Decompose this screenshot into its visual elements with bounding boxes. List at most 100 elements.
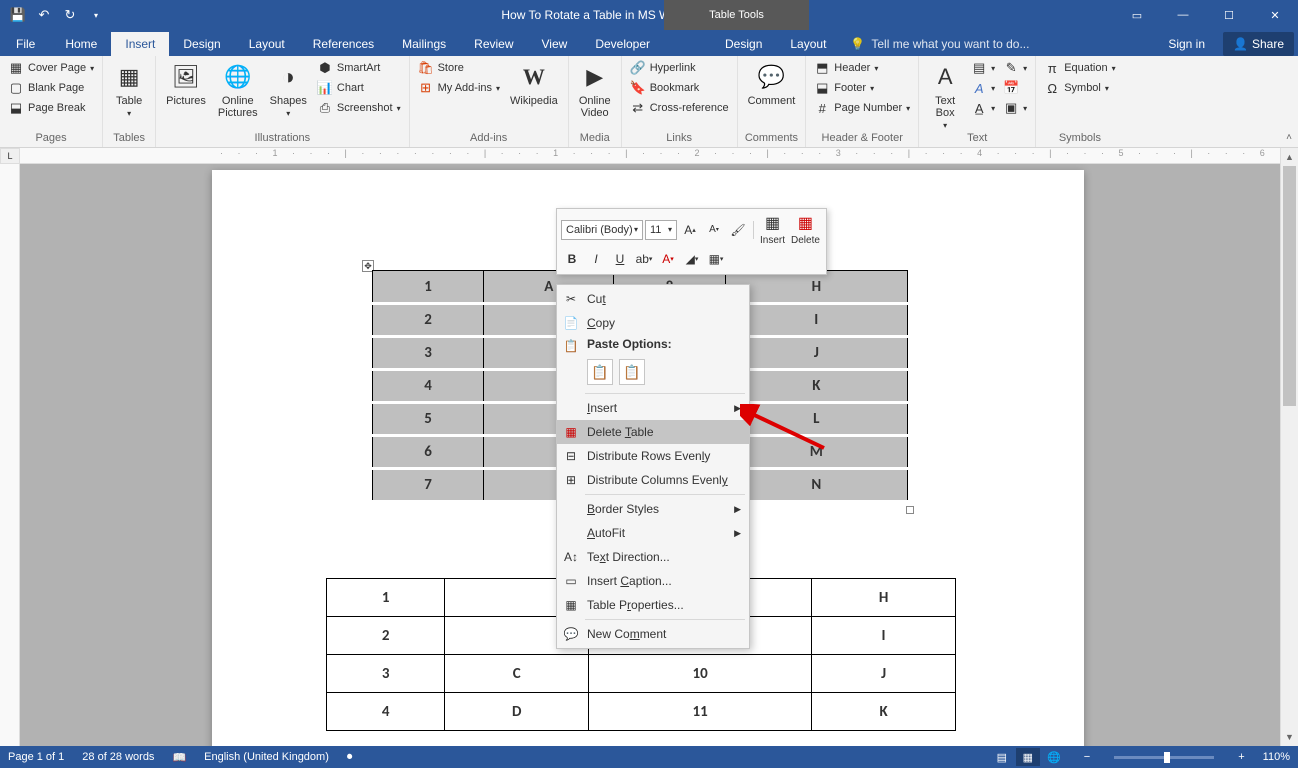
cross-reference-button[interactable]: ⇄Cross-reference xyxy=(628,99,731,117)
blank-page-button[interactable]: ▢Blank Page xyxy=(6,79,96,97)
ctx-new-comment[interactable]: 💬New Comment xyxy=(557,622,749,646)
vertical-scrollbar[interactable]: ▲ ▼ xyxy=(1280,148,1298,746)
comment-button[interactable]: 💬Comment xyxy=(744,59,800,109)
underline-icon[interactable]: U xyxy=(609,248,631,270)
ctx-copy[interactable]: 📄Copy xyxy=(557,311,749,335)
tab-view[interactable]: View xyxy=(528,32,582,56)
screenshot-button[interactable]: ⎙Screenshot▾ xyxy=(315,99,403,117)
font-size-select[interactable]: 11 ▾ xyxy=(645,220,677,240)
ctx-cut[interactable]: ✂Cut xyxy=(557,287,749,311)
equation-button[interactable]: πEquation▾ xyxy=(1042,59,1117,77)
page-number-button[interactable]: #Page Number▾ xyxy=(812,99,912,117)
ctx-distribute-cols[interactable]: ⊞Distribute Columns Evenly xyxy=(557,468,749,492)
redo-icon[interactable]: ↻ xyxy=(60,5,80,25)
quick-parts-button[interactable]: ▤▾ xyxy=(969,59,997,77)
minimize-button[interactable]: — xyxy=(1160,0,1206,30)
save-icon[interactable]: 💾 xyxy=(8,5,28,25)
italic-icon[interactable]: I xyxy=(585,248,607,270)
bookmark-button[interactable]: 🔖Bookmark xyxy=(628,79,731,97)
grow-font-icon[interactable]: A▴ xyxy=(679,219,701,241)
signature-line-button[interactable]: ✎▾ xyxy=(1001,59,1029,77)
page-count[interactable]: Page 1 of 1 xyxy=(8,751,64,763)
wikipedia-button[interactable]: WWikipedia xyxy=(506,59,562,109)
zoom-slider[interactable] xyxy=(1114,756,1214,759)
smartart-button[interactable]: ⬢SmartArt xyxy=(315,59,403,77)
ctx-distribute-rows[interactable]: ⊟Distribute Rows Evenly xyxy=(557,444,749,468)
maximize-button[interactable]: ☐ xyxy=(1206,0,1252,30)
tab-references[interactable]: References xyxy=(299,32,388,56)
scroll-down-icon[interactable]: ▼ xyxy=(1281,728,1298,746)
table-resize-handle[interactable] xyxy=(906,506,914,514)
scroll-up-icon[interactable]: ▲ xyxy=(1281,148,1298,166)
drop-cap-button[interactable]: A̲▾ xyxy=(969,99,997,117)
macro-recording-icon[interactable]: ⏺ xyxy=(347,751,353,764)
online-pictures-button[interactable]: 🌐Online Pictures xyxy=(214,59,262,121)
tab-review[interactable]: Review xyxy=(460,32,527,56)
print-layout-icon[interactable]: ▦ xyxy=(1016,748,1040,766)
close-button[interactable]: ✕ xyxy=(1252,0,1298,30)
tab-insert[interactable]: Insert xyxy=(111,32,169,56)
table-row[interactable]: 3C10J xyxy=(327,655,956,693)
read-mode-icon[interactable]: ▤ xyxy=(990,748,1014,766)
mini-delete-button[interactable]: ▦Delete xyxy=(789,213,822,246)
ctx-border-styles[interactable]: Border Styles▶ xyxy=(557,497,749,521)
vertical-ruler[interactable] xyxy=(0,164,20,746)
table-row[interactable]: 4D11K xyxy=(327,693,956,731)
online-video-button[interactable]: ▶Online Video xyxy=(575,59,615,121)
ctx-text-direction[interactable]: A↕Text Direction... xyxy=(557,545,749,569)
tab-mailings[interactable]: Mailings xyxy=(388,32,460,56)
my-addins-button[interactable]: ⊞My Add-ins▾ xyxy=(416,79,502,97)
highlight-icon[interactable]: ab▾ xyxy=(633,248,655,270)
bold-icon[interactable]: B xyxy=(561,248,583,270)
ctx-table-properties[interactable]: ▦Table Properties... xyxy=(557,593,749,617)
undo-icon[interactable]: ↶ xyxy=(34,5,54,25)
share-button[interactable]: 👤 Share xyxy=(1223,32,1294,56)
ctx-insert[interactable]: Insert▶ xyxy=(557,396,749,420)
collapse-ribbon-icon[interactable]: ˄ xyxy=(1286,132,1292,143)
ctx-autofit[interactable]: AutoFit▶ xyxy=(557,521,749,545)
cover-page-button[interactable]: ▦Cover Page▾ xyxy=(6,59,96,77)
wordart-button[interactable]: A▾ xyxy=(969,79,997,97)
tab-table-layout[interactable]: Layout xyxy=(776,32,840,56)
horizontal-ruler[interactable]: · · · 1 · · · | · · · · · · · | · · · 1 … xyxy=(20,148,1280,164)
ctx-insert-caption[interactable]: ▭Insert Caption... xyxy=(557,569,749,593)
paste-merge-formatting[interactable]: 📋 xyxy=(619,359,645,385)
borders-icon[interactable]: ▦▾ xyxy=(705,248,727,270)
tab-home[interactable]: Home xyxy=(51,32,111,56)
text-box-button[interactable]: AText Box▾ xyxy=(925,59,965,132)
proofing-icon[interactable]: 📖 xyxy=(172,751,186,764)
hyperlink-button[interactable]: 🔗Hyperlink xyxy=(628,59,731,77)
shading-icon[interactable]: ◢▾ xyxy=(681,248,703,270)
date-time-button[interactable]: 📅 xyxy=(1001,79,1029,97)
tab-file[interactable]: File xyxy=(0,32,51,56)
object-button[interactable]: ▣▾ xyxy=(1001,99,1029,117)
chart-button[interactable]: 📊Chart xyxy=(315,79,403,97)
tab-developer[interactable]: Developer xyxy=(581,32,664,56)
ribbon-display-icon[interactable]: ▭ xyxy=(1114,0,1160,30)
sign-in-button[interactable]: Sign in xyxy=(1154,32,1219,56)
web-layout-icon[interactable]: 🌐 xyxy=(1042,748,1066,766)
qat-customize-icon[interactable]: ▾ xyxy=(86,5,106,25)
word-count[interactable]: 28 of 28 words xyxy=(82,751,154,763)
language-status[interactable]: English (United Kingdom) xyxy=(204,751,329,763)
format-painter-icon[interactable]: 🖌 xyxy=(727,219,749,241)
ruler-corner[interactable]: L xyxy=(0,148,20,164)
zoom-level[interactable]: 110% xyxy=(1263,751,1290,763)
shapes-button[interactable]: ◑Shapes▾ xyxy=(266,59,311,120)
mini-insert-button[interactable]: ▦Insert xyxy=(758,213,787,246)
tell-me-search[interactable]: 💡 Tell me what you want to do... xyxy=(840,32,1154,56)
pictures-button[interactable]: 🖼Pictures xyxy=(162,59,210,109)
font-color-icon[interactable]: A▾ xyxy=(657,248,679,270)
tab-table-design[interactable]: Design xyxy=(711,32,776,56)
tab-design[interactable]: Design xyxy=(169,32,234,56)
paste-keep-formatting[interactable]: 📋 xyxy=(587,359,613,385)
table-button[interactable]: ▦ Table ▾ xyxy=(109,59,149,120)
page-break-button[interactable]: ⬓Page Break xyxy=(6,99,96,117)
symbol-button[interactable]: ΩSymbol▾ xyxy=(1042,79,1117,97)
header-button[interactable]: ⬒Header▾ xyxy=(812,59,912,77)
ctx-delete-table[interactable]: ▦Delete Table xyxy=(557,420,749,444)
shrink-font-icon[interactable]: A▾ xyxy=(703,219,725,241)
font-family-select[interactable]: Calibri (Body) ▾ xyxy=(561,220,643,240)
scroll-thumb[interactable] xyxy=(1283,166,1296,406)
zoom-in-button[interactable]: + xyxy=(1238,751,1244,763)
